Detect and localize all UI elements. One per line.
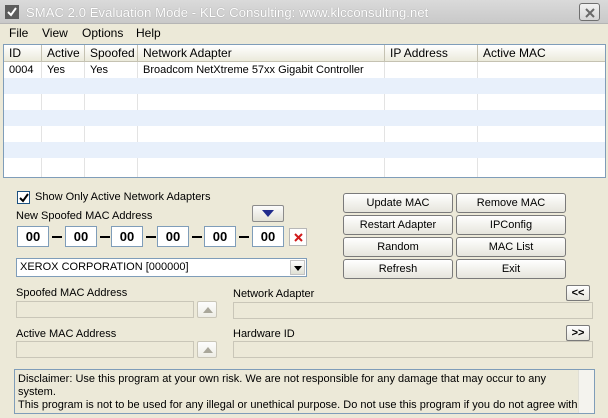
empty-row [4, 126, 605, 142]
column-header-active[interactable]: Active [42, 45, 85, 62]
app-icon [4, 4, 20, 20]
column-header-active-mac[interactable]: Active MAC [478, 45, 605, 62]
mac-list-button[interactable]: MAC List [456, 237, 566, 257]
mac-separator [239, 236, 249, 238]
disclaimer-box[interactable]: Disclaimer: Use this program at your own… [14, 369, 595, 414]
empty-row [4, 142, 605, 158]
adapter-list-header: ID Active Spoofed Network Adapter IP Add… [4, 45, 605, 62]
disclaimer-line-1: Disclaimer: Use this program at your own… [18, 373, 547, 398]
expand-button[interactable]: >> [566, 325, 590, 341]
update-mac-button[interactable]: Update MAC [343, 193, 453, 213]
column-header-network-adapter[interactable]: Network Adapter [138, 45, 385, 62]
smac-window: SMAC 2.0 Evaluation Mode - KLC Consultin… [0, 0, 608, 418]
arrow-up-icon [203, 347, 213, 353]
active-mac-label: Active MAC Address [16, 328, 117, 340]
window-title: SMAC 2.0 Evaluation Mode - KLC Consultin… [26, 5, 429, 20]
column-header-spoofed[interactable]: Spoofed [85, 45, 138, 62]
random-button[interactable]: Random [343, 237, 453, 257]
menu-help[interactable]: Help [135, 26, 162, 40]
clear-x-icon [294, 233, 303, 242]
title-bar[interactable]: SMAC 2.0 Evaluation Mode - KLC Consultin… [0, 0, 608, 24]
empty-row [4, 158, 605, 174]
menu-options[interactable]: Options [81, 26, 124, 40]
hardware-id-field[interactable] [233, 341, 593, 358]
adapter-list[interactable]: ID Active Spoofed Network Adapter IP Add… [3, 44, 606, 178]
column-header-ip-address[interactable]: IP Address [385, 45, 478, 62]
menu-bar: File View Options Help [0, 24, 608, 43]
disclaimer-line-2: This program is not to be used for any i… [18, 399, 578, 411]
vendor-select[interactable]: XEROX CORPORATION [000000] [16, 258, 307, 277]
remove-mac-button[interactable]: Remove MAC [456, 193, 566, 213]
cell-ip-address [385, 62, 390, 78]
refresh-button[interactable]: Refresh [343, 259, 453, 279]
disclaimer-text: Disclaimer: Use this program at your own… [18, 373, 578, 412]
apply-vendor-button[interactable] [252, 205, 284, 222]
cell-id: 0004 [9, 64, 34, 76]
menu-view[interactable]: View [41, 26, 69, 40]
cell-spoofed: Yes [90, 64, 108, 76]
ipconfig-button[interactable]: IPConfig [456, 215, 566, 235]
mac-octet-4[interactable] [157, 226, 189, 247]
empty-row [4, 110, 605, 126]
hardware-id-label: Hardware ID [233, 328, 295, 340]
mac-separator [146, 236, 156, 238]
mac-octet-3[interactable] [111, 226, 143, 247]
active-mac-up-button[interactable] [197, 341, 217, 358]
chevron-down-icon [294, 266, 302, 271]
cell-network-adapter: Broadcom NetXtreme 57xx Gigabit Controll… [143, 64, 364, 76]
empty-row [4, 94, 605, 110]
cell-active-mac [478, 62, 483, 78]
arrow-up-icon [203, 307, 213, 313]
active-mac-field[interactable] [16, 341, 194, 358]
collapse-button[interactable]: << [566, 285, 590, 301]
mac-separator [52, 236, 62, 238]
cell-active: Yes [47, 64, 65, 76]
column-header-id[interactable]: ID [4, 45, 42, 62]
mac-separator [192, 236, 202, 238]
close-icon [585, 8, 595, 18]
arrow-down-icon [262, 210, 274, 217]
menu-file[interactable]: File [8, 26, 29, 40]
exit-button[interactable]: Exit [456, 259, 566, 279]
table-row[interactable]: 0004 Yes Yes Broadcom NetXtreme 57xx Gig… [4, 62, 605, 78]
show-only-active-label[interactable]: Show Only Active Network Adapters [35, 191, 210, 203]
spoofed-mac-field[interactable] [16, 301, 194, 318]
network-adapter-label: Network Adapter [233, 288, 315, 300]
mac-octet-5[interactable] [204, 226, 236, 247]
restart-adapter-button[interactable]: Restart Adapter [343, 215, 453, 235]
mac-octet-1[interactable] [17, 226, 49, 247]
mac-octet-2[interactable] [65, 226, 97, 247]
checkmark-icon [19, 193, 29, 203]
vendor-select-value: XEROX CORPORATION [000000] [20, 261, 189, 273]
network-adapter-field[interactable] [233, 302, 593, 319]
mac-octet-6[interactable] [252, 226, 284, 247]
disclaimer-scrollbar[interactable] [578, 370, 594, 413]
clear-mac-button[interactable] [289, 228, 307, 246]
spoofed-mac-up-button[interactable] [197, 301, 217, 318]
mac-separator [100, 236, 110, 238]
show-only-active-checkbox[interactable] [17, 191, 30, 204]
spoofed-mac-label: Spoofed MAC Address [16, 287, 128, 299]
close-button[interactable] [579, 3, 600, 21]
vendor-select-dropdown-button[interactable] [290, 260, 305, 275]
empty-row [4, 78, 605, 94]
new-mac-label: New Spoofed MAC Address [16, 210, 153, 222]
